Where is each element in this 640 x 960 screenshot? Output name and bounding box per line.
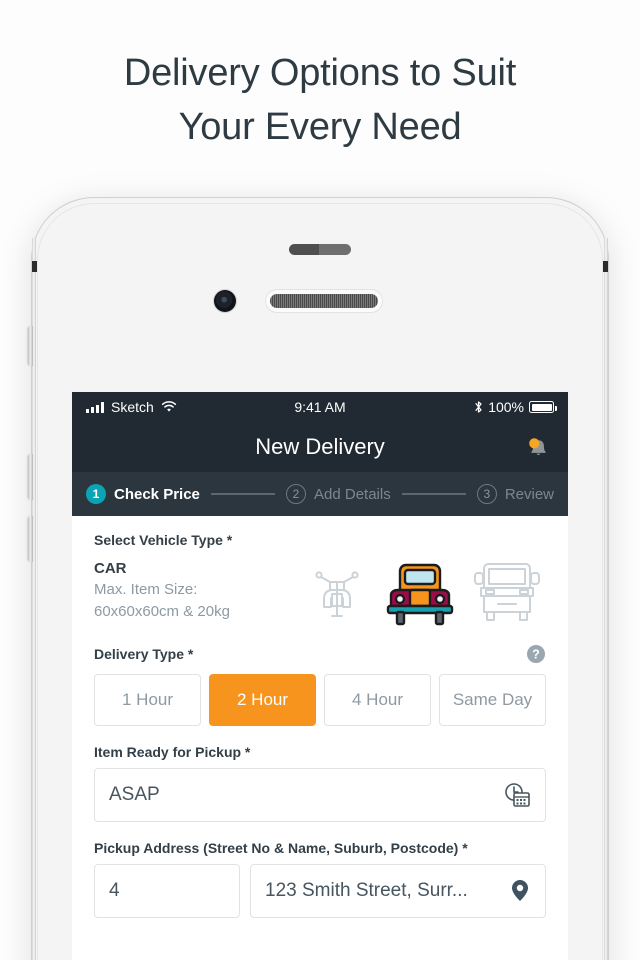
delivery-option-1-hour[interactable]: 1 Hour [94, 674, 201, 726]
step-connector-2 [401, 493, 466, 495]
pickup-unit-input[interactable]: 4 [94, 864, 240, 918]
status-bar: Sketch 9:41 AM 100% [72, 392, 568, 422]
motorcycle-icon[interactable] [306, 560, 368, 622]
step-1-label: Check Price [114, 485, 200, 503]
bell-icon[interactable] [524, 434, 552, 462]
pickup-address-section: Pickup Address (Street No & Name, Suburb… [94, 840, 546, 918]
volume-down-button[interactable] [28, 516, 33, 562]
step-3-label: Review [504, 485, 555, 503]
earpiece-speaker [270, 294, 378, 308]
delivery-option-4-hour[interactable]: 4 Hour [324, 674, 431, 726]
step-check-price[interactable]: 1 Check Price [86, 484, 200, 504]
antenna-band-right [603, 261, 608, 272]
pickup-street-input[interactable]: 123 Smith Street, Surr... [250, 864, 546, 918]
pickup-street-value: 123 Smith Street, Surr... [265, 880, 468, 901]
step-progress-bar: 1 Check Price 2 Add Details 3 Review [72, 472, 568, 516]
delivery-option-same-day[interactable]: Same Day [439, 674, 546, 726]
pickup-time-label: Item Ready for Pickup * [94, 744, 251, 760]
page-title-line1: Delivery Options to Suit [123, 52, 517, 94]
phone-screen: Sketch 9:41 AM 100% New Delivery 1 Check… [72, 392, 568, 960]
page-title-line2: Your Every Need [178, 106, 462, 148]
step-3-number: 3 [476, 484, 497, 504]
front-camera-icon [214, 290, 236, 312]
app-title-bar: New Delivery [72, 422, 568, 472]
vehicle-description: CAR Max. Item Size: 60x60x60cm & 20kg [94, 556, 230, 623]
carrier-label: Sketch [111, 399, 154, 415]
battery-full-icon [529, 401, 557, 413]
vehicle-type-label: Select Vehicle Type * [94, 532, 233, 548]
step-add-details[interactable]: 2 Add Details [286, 484, 391, 504]
vehicle-max-size-value: 60x60x60cm & 20kg [94, 603, 230, 620]
volume-up-button[interactable] [28, 454, 33, 500]
step-2-label: Add Details [314, 485, 391, 503]
screen-title: New Delivery [255, 434, 385, 459]
silent-switch[interactable] [28, 326, 33, 366]
clock-calendar-icon[interactable] [503, 782, 531, 808]
help-circle-icon[interactable]: ? [526, 644, 546, 664]
step-2-number: 2 [286, 484, 306, 504]
vehicle-selected-name: CAR [94, 560, 127, 577]
vehicle-max-size-label: Max. Item Size: [94, 581, 198, 598]
battery-percent-label: 100% [488, 399, 524, 415]
vehicle-type-selector: CAR Max. Item Size: 60x60x60cm & 20kg [94, 556, 546, 626]
phone-edge-right [604, 238, 608, 960]
antenna-band-left [32, 261, 37, 272]
pickup-address-label: Pickup Address (Street No & Name, Suburb… [94, 840, 468, 856]
delivery-type-section: Delivery Type * ? 1 Hour 2 Hour 4 Hour S… [94, 644, 546, 726]
pickup-time-value: ASAP [109, 784, 160, 805]
pickup-time-input[interactable]: ASAP [94, 768, 546, 822]
step-connector-1 [210, 493, 275, 495]
page-root: Delivery Options to Suit Your Every Need… [0, 0, 640, 960]
wifi-icon [161, 401, 176, 412]
phone-mockup: Sketch 9:41 AM 100% New Delivery 1 Check… [28, 198, 608, 960]
signal-bars-icon [86, 401, 104, 413]
pickup-unit-value: 4 [109, 880, 120, 901]
pickup-time-section: Item Ready for Pickup * ASAP [94, 744, 546, 822]
page-title: Delivery Options to Suit Your Every Need [0, 46, 640, 154]
proximity-sensor [289, 244, 351, 255]
step-review[interactable]: 3 Review [476, 484, 555, 504]
delivery-type-label: Delivery Type * [94, 646, 194, 662]
van-icon[interactable] [472, 560, 542, 622]
map-pin-icon[interactable] [509, 878, 531, 904]
delivery-option-2-hour[interactable]: 2 Hour [209, 674, 316, 726]
car-icon[interactable] [382, 556, 458, 626]
bluetooth-icon [475, 401, 482, 413]
new-delivery-form: Select Vehicle Type * CAR Max. Item Size… [72, 516, 568, 918]
svg-text:?: ? [532, 648, 540, 662]
step-1-number: 1 [86, 484, 106, 504]
